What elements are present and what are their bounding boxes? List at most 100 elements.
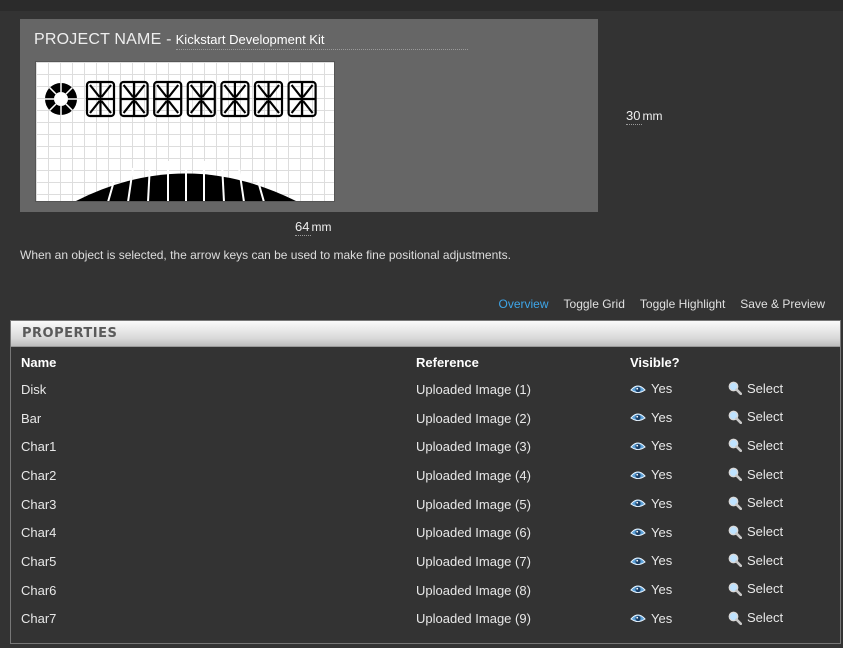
eye-icon <box>630 555 646 567</box>
visibility-label: Yes <box>651 553 673 569</box>
properties-panel: PROPERTIES Name Reference Visible? Disk U… <box>10 320 841 644</box>
row-reference: Uploaded Image (2) <box>416 410 531 426</box>
row-action: Select <box>728 605 840 634</box>
toggle-highlight-link[interactable]: Toggle Highlight <box>640 297 725 311</box>
select-label: Select <box>747 495 784 511</box>
select-button[interactable]: Select <box>728 467 783 482</box>
table-row: Bar Uploaded Image (2) Yes Select <box>11 404 840 433</box>
eye-icon <box>630 383 646 395</box>
select-label: Select <box>747 552 784 568</box>
row-action: Select <box>728 461 840 490</box>
toggle-grid-link[interactable]: Toggle Grid <box>564 297 625 311</box>
properties-table: Name Reference Visible? Disk Uploaded Ima… <box>11 347 840 633</box>
char-segment[interactable] <box>85 80 116 118</box>
row-name: Char6 <box>21 582 57 598</box>
row-visible: Yes <box>630 461 730 490</box>
char-segment[interactable] <box>253 80 284 118</box>
column-header-visible: Visible? <box>630 354 680 370</box>
visibility-toggle[interactable]: Yes <box>630 525 672 540</box>
row-reference: Uploaded Image (1) <box>416 381 531 397</box>
eye-icon <box>630 469 646 481</box>
visibility-label: Yes <box>651 581 673 597</box>
save-preview-link[interactable]: Save & Preview <box>740 297 825 311</box>
top-strip <box>0 0 843 11</box>
row-visible: Yes <box>630 547 730 576</box>
table-row: Char6 Uploaded Image (8) Yes Select <box>11 576 840 605</box>
row-reference: Uploaded Image (7) <box>416 553 531 569</box>
select-button[interactable]: Select <box>728 610 783 625</box>
visibility-toggle[interactable]: Yes <box>630 611 672 626</box>
properties-header: PROPERTIES <box>11 321 840 347</box>
eye-icon <box>630 497 646 509</box>
row-action: Select <box>728 375 840 404</box>
magnifier-icon <box>728 496 742 510</box>
row-reference: Uploaded Image (8) <box>416 582 531 598</box>
disk-segment[interactable] <box>45 83 77 115</box>
select-button[interactable]: Select <box>728 381 783 396</box>
visibility-label: Yes <box>651 381 673 397</box>
magnifier-icon <box>728 553 742 568</box>
table-row: Char7 Uploaded Image (9) Yes Select <box>11 605 840 634</box>
magnifier-icon <box>728 410 742 424</box>
row-reference: Uploaded Image (3) <box>416 439 531 455</box>
visibility-toggle[interactable]: Yes <box>630 438 672 453</box>
row-visible: Yes <box>630 605 730 634</box>
magnifier-icon <box>728 381 742 396</box>
column-header-action <box>730 347 840 375</box>
select-label: Select <box>747 524 784 540</box>
row-visible: Yes <box>630 404 730 433</box>
visibility-label: Yes <box>651 409 673 425</box>
row-name: Char5 <box>21 553 57 569</box>
visibility-label: Yes <box>651 438 673 454</box>
row-reference: Uploaded Image (5) <box>416 496 531 512</box>
select-label: Select <box>747 610 784 626</box>
row-name: Bar <box>21 410 42 426</box>
row-name: Char1 <box>21 439 57 455</box>
row-action: Select <box>728 490 840 519</box>
select-label: Select <box>747 581 784 597</box>
select-button[interactable]: Select <box>728 581 783 596</box>
table-header-row: Name Reference Visible? <box>11 347 840 375</box>
visibility-label: Yes <box>651 495 673 511</box>
visibility-toggle[interactable]: Yes <box>630 467 672 482</box>
select-button[interactable]: Select <box>728 553 783 568</box>
eye-icon <box>630 411 646 423</box>
select-button[interactable]: Select <box>728 495 783 510</box>
visibility-toggle[interactable]: Yes <box>630 582 672 597</box>
char-segment[interactable] <box>119 80 149 118</box>
project-row: PROJECT NAME - Kickstart Development Kit <box>34 31 468 55</box>
select-button[interactable]: Select <box>728 438 783 453</box>
select-button[interactable]: Select <box>728 524 783 539</box>
char-segment[interactable] <box>153 80 183 118</box>
table-row: Char3 Uploaded Image (5) Yes Select <box>11 490 840 519</box>
row-reference: Uploaded Image (4) <box>416 467 531 483</box>
eye-icon <box>630 583 646 595</box>
visibility-toggle[interactable]: Yes <box>630 381 672 396</box>
column-header-reference: Reference <box>416 354 479 370</box>
row-action: Select <box>728 432 840 461</box>
height-value-field[interactable]: 30 <box>626 108 643 125</box>
row-visible: Yes <box>630 576 730 605</box>
table-row: Char1 Uploaded Image (3) Yes Select <box>11 432 840 461</box>
table-row: Disk Uploaded Image (1) Yes Select <box>11 375 840 404</box>
width-unit: mm <box>311 220 332 234</box>
magnifier-icon <box>728 611 742 625</box>
select-button[interactable]: Select <box>728 409 783 424</box>
visibility-toggle[interactable]: Yes <box>630 553 672 568</box>
project-name-field[interactable]: Kickstart Development Kit <box>175 32 468 50</box>
char-segment[interactable] <box>287 80 317 118</box>
eye-icon <box>630 612 646 624</box>
width-value-field[interactable]: 64 <box>295 219 312 236</box>
char-segment[interactable] <box>220 80 250 118</box>
bar-segment[interactable] <box>74 160 298 201</box>
visibility-toggle[interactable]: Yes <box>630 410 672 425</box>
row-reference: Uploaded Image (9) <box>416 611 531 627</box>
row-name: Disk <box>21 381 47 397</box>
design-canvas[interactable] <box>35 61 335 202</box>
overview-link[interactable]: Overview <box>499 297 549 311</box>
visibility-toggle[interactable]: Yes <box>630 496 672 511</box>
hint-text: When an object is selected, the arrow ke… <box>20 248 511 262</box>
magnifier-icon <box>728 438 742 453</box>
char-segment[interactable] <box>186 80 216 118</box>
row-visible: Yes <box>630 432 730 461</box>
